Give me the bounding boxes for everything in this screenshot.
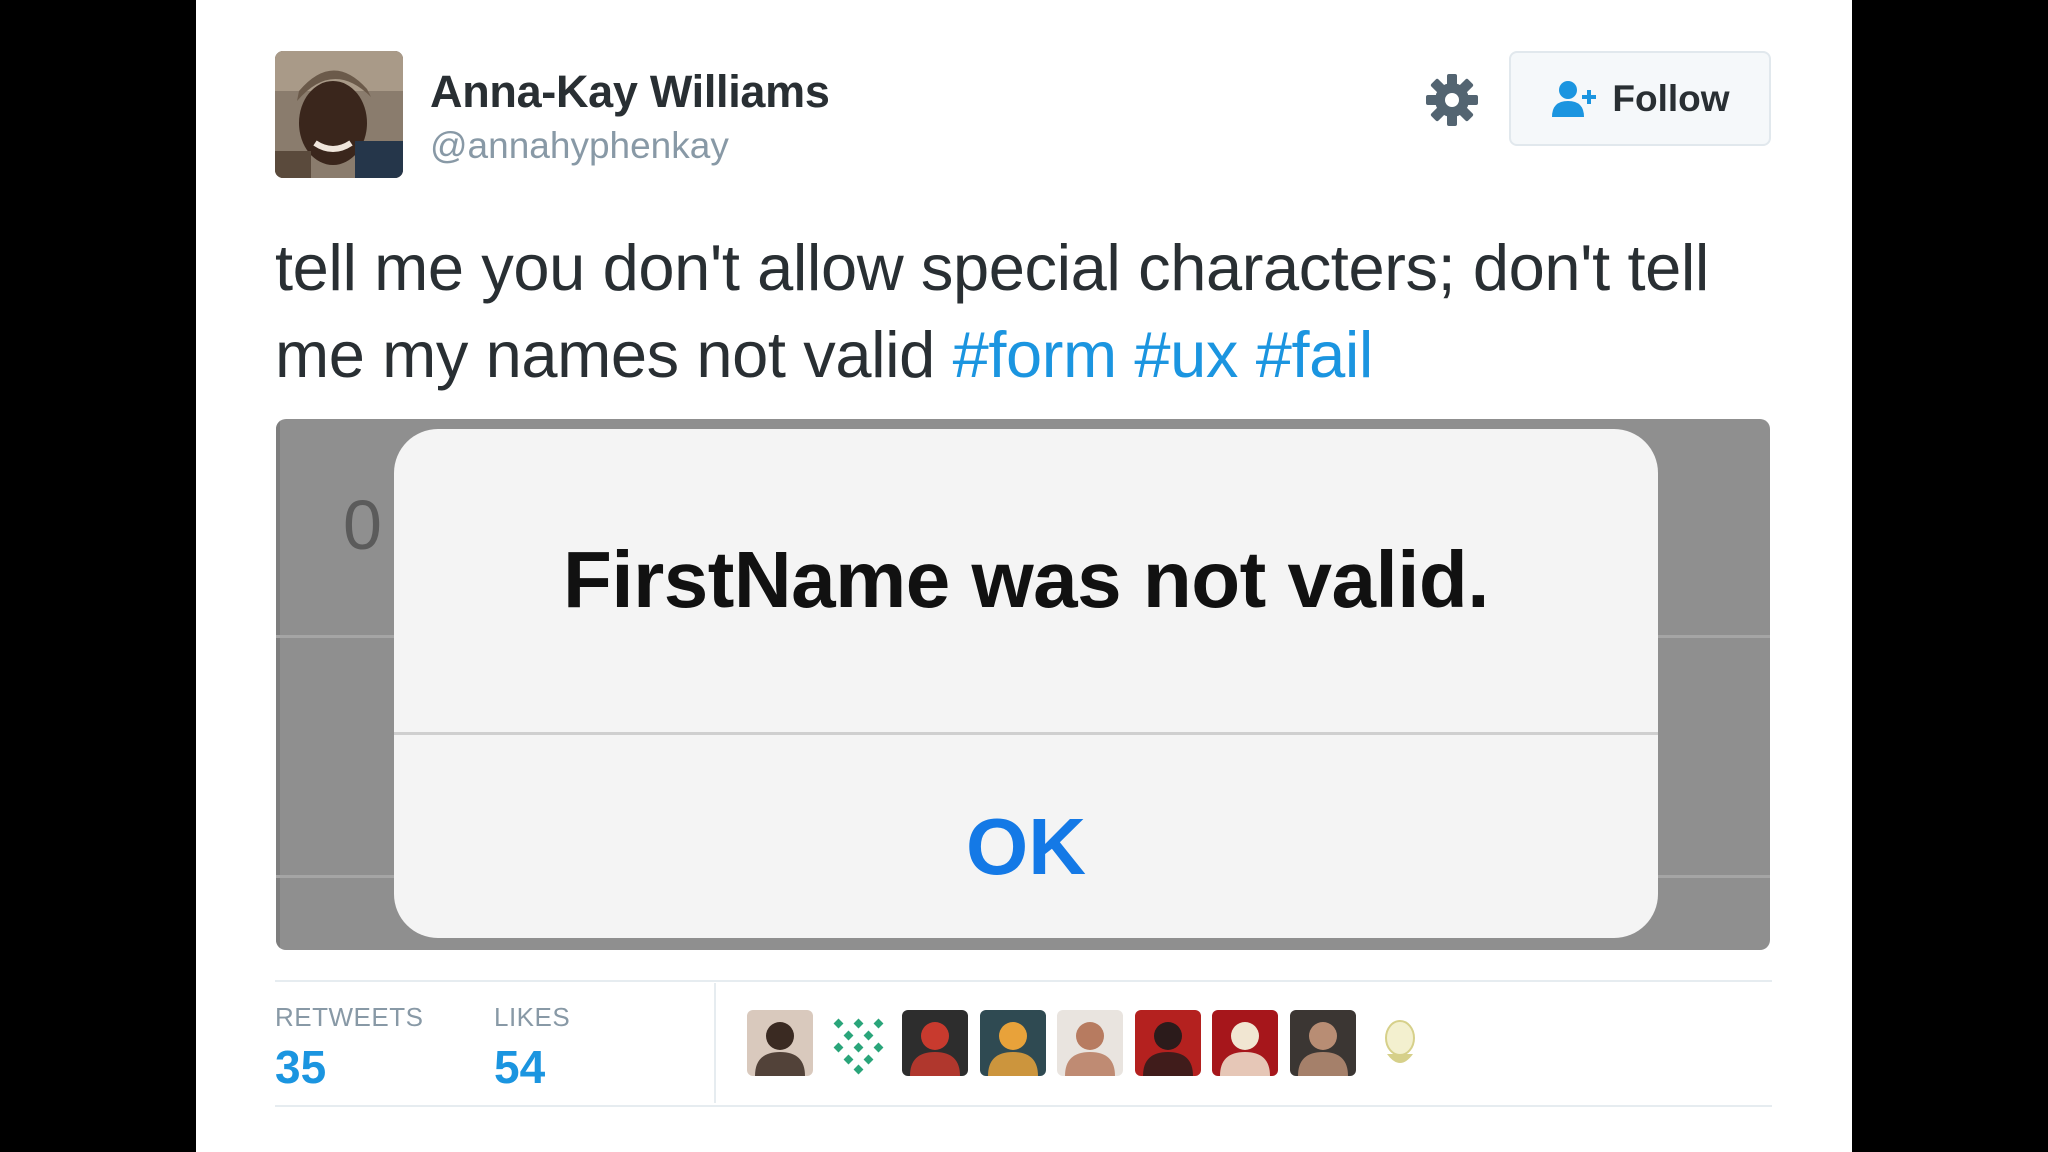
media-edge [276, 419, 280, 950]
avatar-man-red-shirt-icon[interactable] [902, 1010, 968, 1076]
retweets-label: RETWEETS [275, 1002, 424, 1032]
stats-divider [275, 1105, 1772, 1107]
hashtag-link[interactable]: #fail [1256, 318, 1374, 391]
avatar-woman-dark-hair-icon[interactable] [747, 1010, 813, 1076]
follow-button-label: Follow [1612, 77, 1730, 119]
alert-message: FirstName was not valid. [562, 535, 1490, 624]
user-handle[interactable]: @annahyphenkay [430, 125, 729, 167]
hashtag-link[interactable]: #ux [1134, 318, 1238, 391]
avatar-woman-dark-icon[interactable] [1290, 1010, 1356, 1076]
obscured-field-text: 0 [343, 486, 382, 564]
avatar-rainbow-love-icon[interactable] [980, 1010, 1046, 1076]
likes-count[interactable]: 54 [494, 1040, 545, 1094]
add-user-icon [1552, 80, 1597, 117]
retweets-count[interactable]: 35 [275, 1040, 326, 1094]
gear-icon[interactable] [1424, 72, 1480, 128]
hashtag-link[interactable]: #form [953, 318, 1118, 391]
tweet-text: tell me you don't allow special characte… [275, 224, 1795, 398]
avatar-older-woman-icon[interactable] [1057, 1010, 1123, 1076]
tweet-media-image[interactable]: 0 FirstName was not valid. OK [276, 419, 1770, 950]
likes-label: LIKES [494, 1002, 571, 1032]
stats-separator [714, 983, 716, 1103]
display-name[interactable]: Anna-Kay Williams [430, 66, 830, 118]
stats-divider [275, 980, 1772, 982]
follow-button[interactable]: Follow [1509, 51, 1771, 146]
avatar-mask-figure-icon[interactable] [1212, 1010, 1278, 1076]
profile-avatar[interactable] [275, 51, 403, 178]
alert-ok-button: OK [966, 802, 1086, 891]
alert-dialog: FirstName was not valid. OK [394, 429, 1658, 938]
avatar-default-egg-icon[interactable] [1367, 1010, 1433, 1076]
alert-divider [394, 732, 1658, 735]
avatar-hat-figure-icon[interactable] [1135, 1010, 1201, 1076]
avatar-green-pattern-icon[interactable] [825, 1010, 891, 1076]
tweet-card: Anna-Kay Williams @annahyphenkay Follow … [196, 0, 1852, 1152]
